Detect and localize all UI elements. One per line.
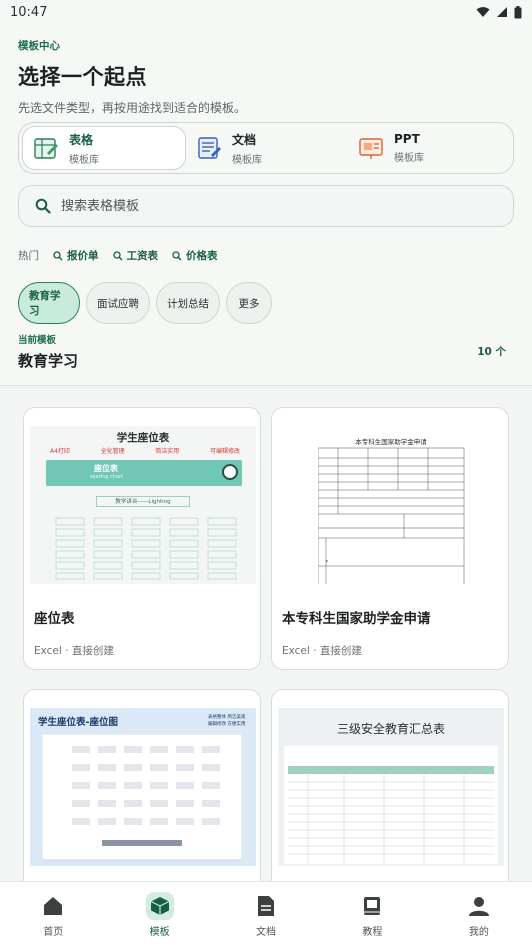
thumb-banner: 座位表 seating chart [46, 460, 242, 486]
search-icon [112, 250, 122, 260]
thumb-heading: 本专科生国家助学金申请 [355, 438, 427, 446]
template-grid: 学生座位表 A4打印 全化管理 简洁实用 可编辑修改 座位表 seating c… [0, 386, 532, 881]
type-ppt-label: PPT [394, 132, 420, 146]
section-overline: 当前模板 [18, 335, 57, 346]
hot-tags-row: 热门 报价单 工资表 价格表 [18, 248, 218, 263]
nav-label: 首页 [43, 927, 64, 938]
seat-map-graphic [42, 734, 242, 861]
search-icon [35, 198, 51, 214]
form-table-graphic [318, 447, 465, 584]
header-overline: 模板中心 [18, 40, 60, 52]
chip-more[interactable]: 更多 [226, 282, 272, 324]
type-document-label: 文档 [232, 132, 257, 147]
hot-tag-label: 报价单 [67, 250, 99, 262]
template-card-title: 座位表 [34, 611, 75, 627]
template-thumbnail: 学生座位表 A4打印 全化管理 简洁实用 可编辑修改 座位表 seating c… [30, 426, 256, 584]
file-type-switch: 表格 模板库 文档 模板库 PPT 模板库 [18, 122, 514, 174]
status-bar: 10:47 [0, 0, 532, 24]
thumb-check: 简洁实用 [155, 448, 180, 455]
wifi-icon [476, 7, 490, 17]
search-bar[interactable] [18, 185, 514, 227]
summary-table-graphic [284, 746, 498, 864]
template-card-meta: Excel · 直接创建 [34, 645, 114, 657]
search-input[interactable] [61, 198, 481, 214]
thumb-banner-title: 座位表 [94, 464, 118, 473]
template-thumbnail: 三级安全教育汇总表 [278, 708, 504, 866]
template-card-seating[interactable]: 学生座位表 A4打印 全化管理 简洁实用 可编辑修改 座位表 seating c… [23, 407, 261, 670]
thumb-note: 表格整体 简洁美观 [208, 715, 246, 720]
nav-templates[interactable]: 模板 [106, 882, 212, 946]
battery-icon [514, 5, 522, 18]
hot-label: 热门 [18, 250, 39, 262]
page-title: 选择一个起点 [18, 65, 147, 89]
thumb-heading: 学生座位表-座位图 [38, 717, 118, 728]
thumb-check: 可编辑修改 [209, 448, 240, 455]
hot-tag-quote[interactable]: 报价单 [53, 248, 99, 263]
template-card-meta: Excel · 直接创建 [282, 645, 362, 657]
template-card-seat-map[interactable]: 学生座位表-座位图 表格整体 简洁美观 编辑修改 方便实用 [23, 689, 261, 881]
template-card-grant[interactable]: 本专科生国家助学金申请 本专科生国家助学金申请 Excel · 直接创建 [271, 407, 509, 670]
seat-grid-graphic [55, 517, 237, 580]
status-icons [476, 5, 522, 19]
thumb-podium: 教学讲台——Lighting [96, 496, 190, 507]
chip-interview[interactable]: 面试应聘 [86, 282, 150, 324]
search-icon [172, 250, 182, 260]
nav-label: 教程 [362, 927, 383, 938]
nav-home[interactable]: 首页 [0, 882, 106, 946]
chip-plan-summary[interactable]: 计划总结 [156, 282, 220, 324]
spreadsheet-icon [33, 135, 59, 161]
template-thumbnail: 本专科生国家助学金申请 [278, 426, 504, 584]
thumb-heading: 三级安全教育汇总表 [336, 722, 445, 736]
nav-label: 文档 [256, 927, 277, 938]
hot-tag-label: 工资表 [126, 250, 159, 262]
status-time: 10:47 [10, 4, 48, 20]
book-icon [358, 892, 386, 920]
type-spreadsheet-label: 表格 [69, 132, 94, 147]
nav-documents[interactable]: 文档 [213, 882, 319, 946]
thumb-check: A4打印 [50, 448, 70, 455]
search-icon [53, 250, 63, 260]
nav-tutorials[interactable]: 教程 [319, 882, 425, 946]
signal-icon [497, 7, 507, 17]
category-chips: 教育学习 面试应聘 计划总结 更多 [18, 282, 272, 324]
bottom-nav: 首页 模板 文档 教程 我的 [0, 881, 532, 946]
clock-icon [222, 464, 238, 480]
type-ppt[interactable]: PPT 模板库 [348, 126, 510, 170]
hot-tag-price[interactable]: 价格表 [172, 248, 218, 263]
nav-label: 模板 [149, 927, 170, 938]
hot-tag-label: 价格表 [186, 250, 218, 262]
thumb-banner-sub: seating chart [90, 474, 124, 480]
template-card-safety[interactable]: 三级安全教育汇总表 [271, 689, 509, 881]
section-header: 当前模板 教育学习 10 个 [18, 332, 514, 371]
nav-profile[interactable]: 我的 [426, 882, 532, 946]
type-document[interactable]: 文档 模板库 [186, 126, 348, 170]
template-thumbnail: 学生座位表-座位图 表格整体 简洁美观 编辑修改 方便实用 [30, 708, 256, 866]
profile-icon [465, 892, 493, 920]
page-header: 模板中心 选择一个起点 先选文件类型，再按用途找到适合的模板。 [18, 38, 514, 116]
presentation-icon [358, 135, 384, 161]
template-count: 10 个 [477, 346, 506, 358]
template-box-icon [145, 892, 174, 920]
type-spreadsheet-sub: 模板库 [69, 154, 99, 166]
thumb-check: 全化管理 [100, 448, 125, 455]
thumb-notes: 表格整体 简洁美观 编辑修改 方便实用 [208, 714, 245, 728]
nav-label: 我的 [468, 927, 489, 938]
home-icon [39, 892, 67, 920]
section-title: 教育学习 [18, 352, 79, 370]
type-ppt-sub: 模板库 [394, 153, 424, 164]
thumb-note: 编辑修改 方便实用 [208, 722, 246, 727]
template-card-title: 本专科生国家助学金申请 [282, 611, 431, 627]
hot-tag-salary[interactable]: 工资表 [112, 248, 159, 263]
thumb-checks: A4打印 全化管理 简洁实用 可编辑修改 [50, 446, 240, 455]
document-icon [196, 135, 222, 161]
chip-education[interactable]: 教育学习 [18, 282, 80, 324]
type-document-sub: 模板库 [232, 154, 262, 166]
page-subtitle: 先选文件类型，再按用途找到适合的模板。 [18, 101, 247, 115]
thumb-heading: 学生座位表 [116, 432, 170, 444]
document-icon [252, 892, 280, 920]
type-spreadsheet[interactable]: 表格 模板库 [22, 126, 186, 170]
